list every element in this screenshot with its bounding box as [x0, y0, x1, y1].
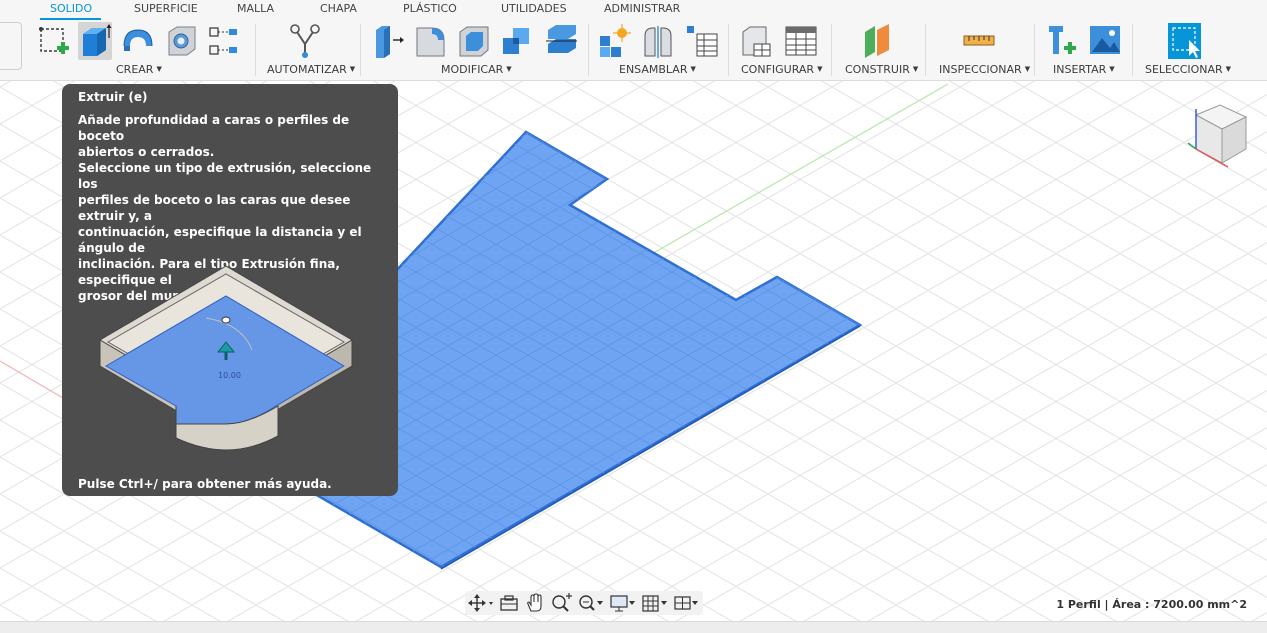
new-component-icon[interactable] — [597, 22, 631, 60]
separator — [925, 24, 926, 76]
group-label: INSERTAR — [1053, 63, 1107, 76]
hole-icon[interactable] — [165, 22, 199, 60]
tooltip-help-hint: Pulse Ctrl+/ para obtener más ayuda. — [78, 477, 332, 491]
separator — [728, 24, 729, 76]
separator — [255, 24, 256, 76]
group-automatizar[interactable]: AUTOMATIZAR ▼ — [267, 62, 355, 76]
measure-icon[interactable] — [962, 22, 996, 60]
group-label: CREAR — [116, 63, 154, 76]
table-icon[interactable] — [784, 22, 818, 60]
group-label: CONFIGURAR — [741, 63, 815, 76]
zoom-icon[interactable] — [549, 593, 575, 613]
extrude-tooltip: Extruir (e) Añade profundidad a caras o … — [62, 84, 398, 496]
group-inspeccionar[interactable]: INSPECCIONAR ▼ — [939, 62, 1030, 76]
tab-chapa[interactable]: CHAPA — [320, 2, 357, 18]
tooltip-line: perfiles de boceto o las caras que desee… — [78, 193, 351, 223]
look-at-icon[interactable] — [497, 593, 523, 613]
group-label: CONSTRUIR — [845, 63, 910, 76]
group-ensamblar[interactable]: ENSAMBLAR ▼ — [619, 62, 696, 76]
fillet-icon[interactable] — [414, 22, 448, 60]
tooltip-line: continuación, especifique la distancia y… — [78, 225, 362, 255]
tooltip-line: abiertos o cerrados. — [78, 145, 215, 159]
tab-plastico[interactable]: PLÁSTICO — [403, 2, 457, 18]
navigation-bar — [465, 591, 703, 615]
timeline-bar — [0, 621, 1267, 633]
separator — [1034, 24, 1035, 76]
automate-icon[interactable] — [288, 22, 322, 60]
group-label: ENSAMBLAR — [619, 63, 688, 76]
extrude-distance-value: 10.00 — [218, 371, 241, 380]
caret-down-icon: ▼ — [912, 65, 919, 73]
align-icon[interactable] — [544, 22, 578, 60]
joint-icon[interactable] — [641, 22, 675, 60]
fusion-window: SOLIDO SUPERFICIE MALLA CHAPA PLÁSTICO U… — [0, 0, 1267, 633]
caret-down-icon: ▼ — [1225, 65, 1232, 73]
group-configurar[interactable]: CONFIGURAR ▼ — [741, 62, 822, 76]
caret-down-icon: ▼ — [817, 65, 823, 73]
active-tab-indicator — [40, 18, 101, 20]
config-icon[interactable] — [740, 22, 774, 60]
separator — [1132, 24, 1133, 76]
tooltip-title: Extruir (e) — [78, 90, 148, 104]
caret-down-icon: ▼ — [1024, 65, 1031, 73]
tab-malla[interactable]: MALLA — [237, 2, 274, 18]
group-construir[interactable]: CONSTRUIR ▼ — [845, 62, 918, 76]
group-label: INSPECCIONAR — [939, 63, 1022, 76]
display-icon[interactable] — [609, 593, 635, 613]
group-label: SELECCIONAR — [1145, 63, 1223, 76]
caret-down-icon: ▼ — [156, 65, 162, 73]
group-seleccionar[interactable]: SELECCIONAR ▼ — [1145, 62, 1231, 76]
tab-utilidades[interactable]: UTILIDADES — [501, 2, 567, 18]
shell-icon[interactable] — [457, 22, 491, 60]
tooltip-line: Seleccione un tipo de extrusión, selecci… — [78, 161, 372, 191]
group-modificar[interactable]: MODIFICAR ▼ — [441, 62, 512, 76]
selection-status: 1 Perfil | Área : 7200.00 mm^2 — [1056, 598, 1247, 611]
revolve-icon[interactable] — [121, 22, 155, 60]
tab-administrar[interactable]: ADMINISTRAR — [604, 2, 680, 18]
tab-superficie[interactable]: SUPERFICIE — [134, 2, 198, 18]
caret-down-icon: ▼ — [349, 65, 356, 73]
tooltip-description: Añade profundidad a caras o perfiles de … — [78, 112, 383, 160]
tab-solido[interactable]: SOLIDO — [50, 2, 92, 18]
pan-icon[interactable] — [523, 593, 549, 613]
sketch-icon[interactable] — [37, 22, 71, 60]
decal-icon[interactable] — [1088, 22, 1122, 60]
caret-down-icon: ▼ — [1109, 65, 1115, 73]
pattern-icon[interactable] — [207, 22, 241, 60]
ribbon-toolbar: SOLIDO SUPERFICIE MALLA CHAPA PLÁSTICO U… — [0, 0, 1267, 81]
viewports-icon[interactable] — [673, 593, 699, 613]
bom-icon[interactable] — [685, 22, 719, 60]
data-panel-toggle[interactable] — [0, 22, 22, 70]
separator — [831, 24, 832, 76]
extrude-illustration: 10.00 — [92, 260, 362, 460]
group-crear[interactable]: CREAR ▼ — [116, 62, 162, 76]
separator — [588, 24, 589, 76]
orbit-icon[interactable] — [467, 593, 493, 613]
group-insertar[interactable]: INSERTAR ▼ — [1053, 62, 1115, 76]
plane-icon[interactable] — [861, 22, 895, 60]
fit-icon[interactable] — [577, 593, 603, 613]
group-label: AUTOMATIZAR — [267, 63, 347, 76]
select-icon[interactable] — [1167, 22, 1201, 60]
tooltip-line: Añade profundidad a caras o perfiles de … — [78, 113, 350, 143]
group-label: MODIFICAR — [441, 63, 504, 76]
extrude-icon[interactable] — [78, 22, 112, 60]
caret-down-icon: ▼ — [506, 65, 512, 73]
grid-icon[interactable] — [641, 593, 667, 613]
insert-icon[interactable] — [1045, 22, 1079, 60]
separator — [360, 24, 361, 76]
press-pull-icon[interactable] — [372, 22, 406, 60]
caret-down-icon: ▼ — [690, 65, 696, 73]
combine-icon[interactable] — [500, 22, 534, 60]
